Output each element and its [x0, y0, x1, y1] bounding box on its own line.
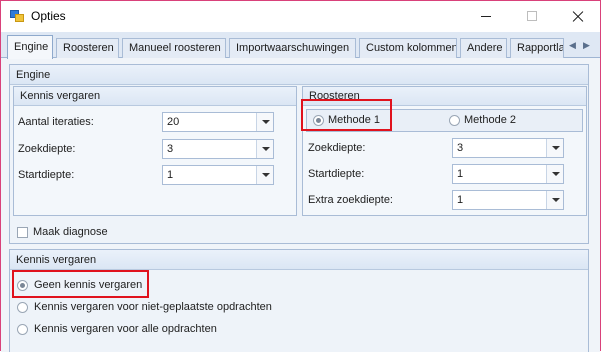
tab-engine[interactable]: Engine — [7, 35, 53, 59]
zoekdiepte-label: Zoekdiepte: — [18, 143, 76, 155]
tab-custom-kolommen[interactable]: Custom kolommen — [359, 38, 457, 58]
kennis-vergaren-panel: Kennis vergaren Geen kennis vergaren Ken… — [9, 249, 589, 352]
kennis-vergaren-group-header: Kennis vergaren — [14, 87, 296, 106]
roosteren-startdiepte-combo[interactable]: 1 — [452, 164, 564, 184]
alle-opdrachten-radio[interactable] — [17, 324, 28, 335]
options-window: Opties Engine Roosteren Manueel roostere… — [0, 0, 601, 352]
aantal-iteraties-combo[interactable]: 20 — [162, 112, 274, 132]
tab-importwaarschuwingen[interactable]: Importwaarschuwingen — [229, 38, 356, 58]
methode-2-label[interactable]: Methode 2 — [464, 114, 516, 126]
startdiepte-label: Startdiepte: — [18, 169, 75, 181]
niet-geplaatste-label[interactable]: Kennis vergaren voor niet-geplaatste opd… — [34, 301, 272, 313]
tab-strip: Engine Roosteren Manueel roosteren Impor… — [1, 32, 600, 59]
dropdown-button[interactable] — [256, 113, 273, 131]
engine-panel-header: Engine — [10, 65, 588, 85]
methode-1-highlight — [301, 99, 392, 131]
minimize-icon — [481, 16, 491, 17]
tab-scroll-right-icon[interactable]: ▶ — [583, 40, 590, 51]
engine-panel: Engine Kennis vergaren Aantal iteraties:… — [9, 64, 589, 244]
roosteren-zoekdiepte-combo[interactable]: 3 — [452, 138, 564, 158]
tab-manueel-roosteren[interactable]: Manueel roosteren — [122, 38, 226, 58]
minimize-button[interactable] — [464, 1, 508, 31]
dropdown-button[interactable] — [546, 165, 563, 183]
roosteren-zoekdiepte-value: 3 — [457, 142, 464, 154]
alle-opdrachten-label[interactable]: Kennis vergaren voor alle opdrachten — [34, 323, 217, 335]
window-title: Opties — [31, 9, 66, 23]
app-icon — [10, 10, 24, 22]
zoekdiepte-combo[interactable]: 3 — [162, 139, 274, 159]
dropdown-button[interactable] — [256, 166, 273, 184]
close-button[interactable] — [555, 1, 599, 31]
zoekdiepte-value: 3 — [167, 143, 174, 155]
kennis-vergaren-panel-header: Kennis vergaren — [10, 250, 588, 270]
dropdown-button[interactable] — [546, 191, 563, 209]
tab-andere[interactable]: Andere — [460, 38, 507, 58]
methode-2-radio[interactable] — [449, 115, 460, 126]
dropdown-button[interactable] — [256, 140, 273, 158]
startdiepte-value: 1 — [167, 169, 174, 181]
extra-zoekdiepte-value: 1 — [457, 194, 464, 206]
extra-zoekdiepte-combo[interactable]: 1 — [452, 190, 564, 210]
maximize-button[interactable] — [510, 1, 554, 31]
maximize-icon — [527, 11, 537, 21]
maak-diagnose-label[interactable]: Maak diagnose — [33, 226, 108, 238]
kennis-vergaren-group: Kennis vergaren Aantal iteraties: 20 Zoe… — [13, 86, 297, 216]
niet-geplaatste-radio[interactable] — [17, 302, 28, 313]
roosteren-zoekdiepte-label: Zoekdiepte: — [308, 142, 366, 154]
aantal-iteraties-label: Aantal iteraties: — [18, 116, 94, 128]
geen-kennis-highlight — [12, 270, 149, 298]
tab-roosteren[interactable]: Roosteren — [56, 38, 119, 58]
dropdown-button[interactable] — [546, 139, 563, 157]
chevron-down-icon — [262, 120, 270, 124]
roosteren-startdiepte-label: Startdiepte: — [308, 168, 365, 180]
tab-scroll-left-icon[interactable]: ◀ — [569, 40, 576, 51]
extra-zoekdiepte-label: Extra zoekdiepte: — [308, 194, 393, 206]
maak-diagnose-checkbox[interactable] — [17, 227, 28, 238]
chevron-down-icon — [262, 147, 270, 151]
chevron-down-icon — [552, 172, 560, 176]
startdiepte-combo[interactable]: 1 — [162, 165, 274, 185]
aantal-iteraties-value: 20 — [167, 116, 180, 128]
title-bar[interactable]: Opties — [1, 1, 600, 31]
chevron-down-icon — [552, 146, 560, 150]
chevron-down-icon — [552, 198, 560, 202]
chevron-down-icon — [262, 173, 270, 177]
tab-rapportla[interactable]: Rapportla — [510, 38, 564, 58]
roosteren-startdiepte-value: 1 — [457, 168, 464, 180]
